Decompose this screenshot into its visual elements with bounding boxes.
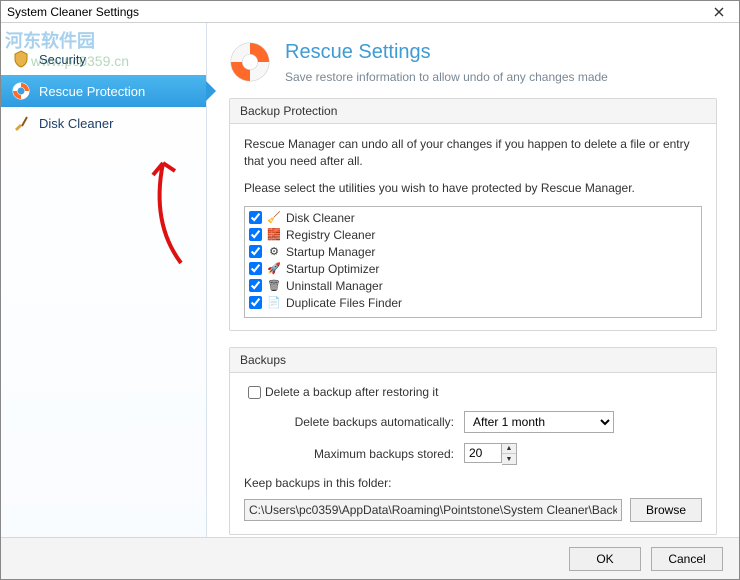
sidebar-item-label: Security [39,52,86,67]
spinner-up-icon[interactable]: ▲ [502,444,516,454]
utility-label: Uninstall Manager [286,279,383,293]
delete-after-restore-label: Delete a backup after restoring it [265,385,438,399]
browse-button[interactable]: Browse [630,498,702,522]
duplicate-icon: 📄 [267,296,281,310]
content-area: Rescue Settings Save restore information… [207,23,739,537]
utility-row[interactable]: ⚙ Startup Manager [247,243,699,260]
lifebuoy-large-icon [229,41,271,83]
utility-checkbox[interactable] [249,245,262,258]
max-stored-label: Maximum backups stored: [244,447,454,461]
section-title: Backups [230,348,716,373]
window-title: System Cleaner Settings [7,5,139,19]
shield-icon [11,49,31,69]
utility-row[interactable]: 🧹 Disk Cleaner [247,209,699,226]
utility-checkbox[interactable] [249,262,262,275]
cancel-button[interactable]: Cancel [651,547,723,571]
utility-checkbox[interactable] [249,211,262,224]
section-title: Backup Protection [230,99,716,124]
rocket-icon: 🚀 [267,262,281,276]
sidebar: 河东软件园 www.pc0359.cn Security Rescue Prot… [1,23,207,537]
utilities-list[interactable]: 🧹 Disk Cleaner 🧱 Registry Cleaner ⚙ Startup… [244,206,702,318]
broom-icon [11,113,31,133]
utility-row[interactable]: 📄 Duplicate Files Finder [247,294,699,311]
page-title: Rescue Settings [285,41,608,64]
utility-checkbox[interactable] [249,228,262,241]
registry-icon: 🧱 [267,228,281,242]
max-stored-input[interactable] [464,443,502,463]
utility-label: Duplicate Files Finder [286,296,402,310]
delete-after-restore-checkbox[interactable] [248,386,261,399]
startup-icon: ⚙ [267,245,281,259]
dialog-footer: OK Cancel [1,537,739,579]
sidebar-item-label: Rescue Protection [39,84,145,99]
auto-delete-select[interactable]: After 1 month [464,411,614,433]
utility-label: Startup Optimizer [286,262,379,276]
max-stored-spinner[interactable]: ▲ ▼ [464,443,517,465]
lifebuoy-icon [11,81,31,101]
title-bar: System Cleaner Settings [1,1,739,23]
folder-path-input[interactable] [244,499,622,521]
auto-delete-label: Delete backups automatically: [244,415,454,429]
utility-row[interactable]: 🚀 Startup Optimizer [247,260,699,277]
ok-button[interactable]: OK [569,547,641,571]
section-backups: Backups Delete a backup after restoring … [229,347,717,535]
sidebar-item-label: Disk Cleaner [39,116,113,131]
sidebar-item-security[interactable]: Security [1,43,206,75]
utility-label: Startup Manager [286,245,375,259]
utility-checkbox[interactable] [249,296,262,309]
utility-checkbox[interactable] [249,279,262,292]
uninstall-icon: 🗑 [267,279,281,293]
close-button[interactable] [705,3,733,21]
sidebar-item-rescue[interactable]: Rescue Protection [1,75,206,107]
spinner-down-icon[interactable]: ▼ [502,454,516,464]
folder-label: Keep backups in this folder: [244,475,702,492]
sidebar-item-disk-cleaner[interactable]: Disk Cleaner [1,107,206,139]
intro-text-1: Rescue Manager can undo all of your chan… [244,136,702,170]
intro-text-2: Please select the utilities you wish to … [244,180,702,197]
broom-icon: 🧹 [267,211,281,225]
page-subtitle: Save restore information to allow undo o… [285,70,608,84]
utility-row[interactable]: 🧱 Registry Cleaner [247,226,699,243]
utility-row[interactable]: 🗑 Uninstall Manager [247,277,699,294]
utility-label: Registry Cleaner [286,228,375,242]
section-backup-protection: Backup Protection Rescue Manager can und… [229,98,717,331]
utility-label: Disk Cleaner [286,211,355,225]
annotation-arrow-icon [131,153,201,273]
